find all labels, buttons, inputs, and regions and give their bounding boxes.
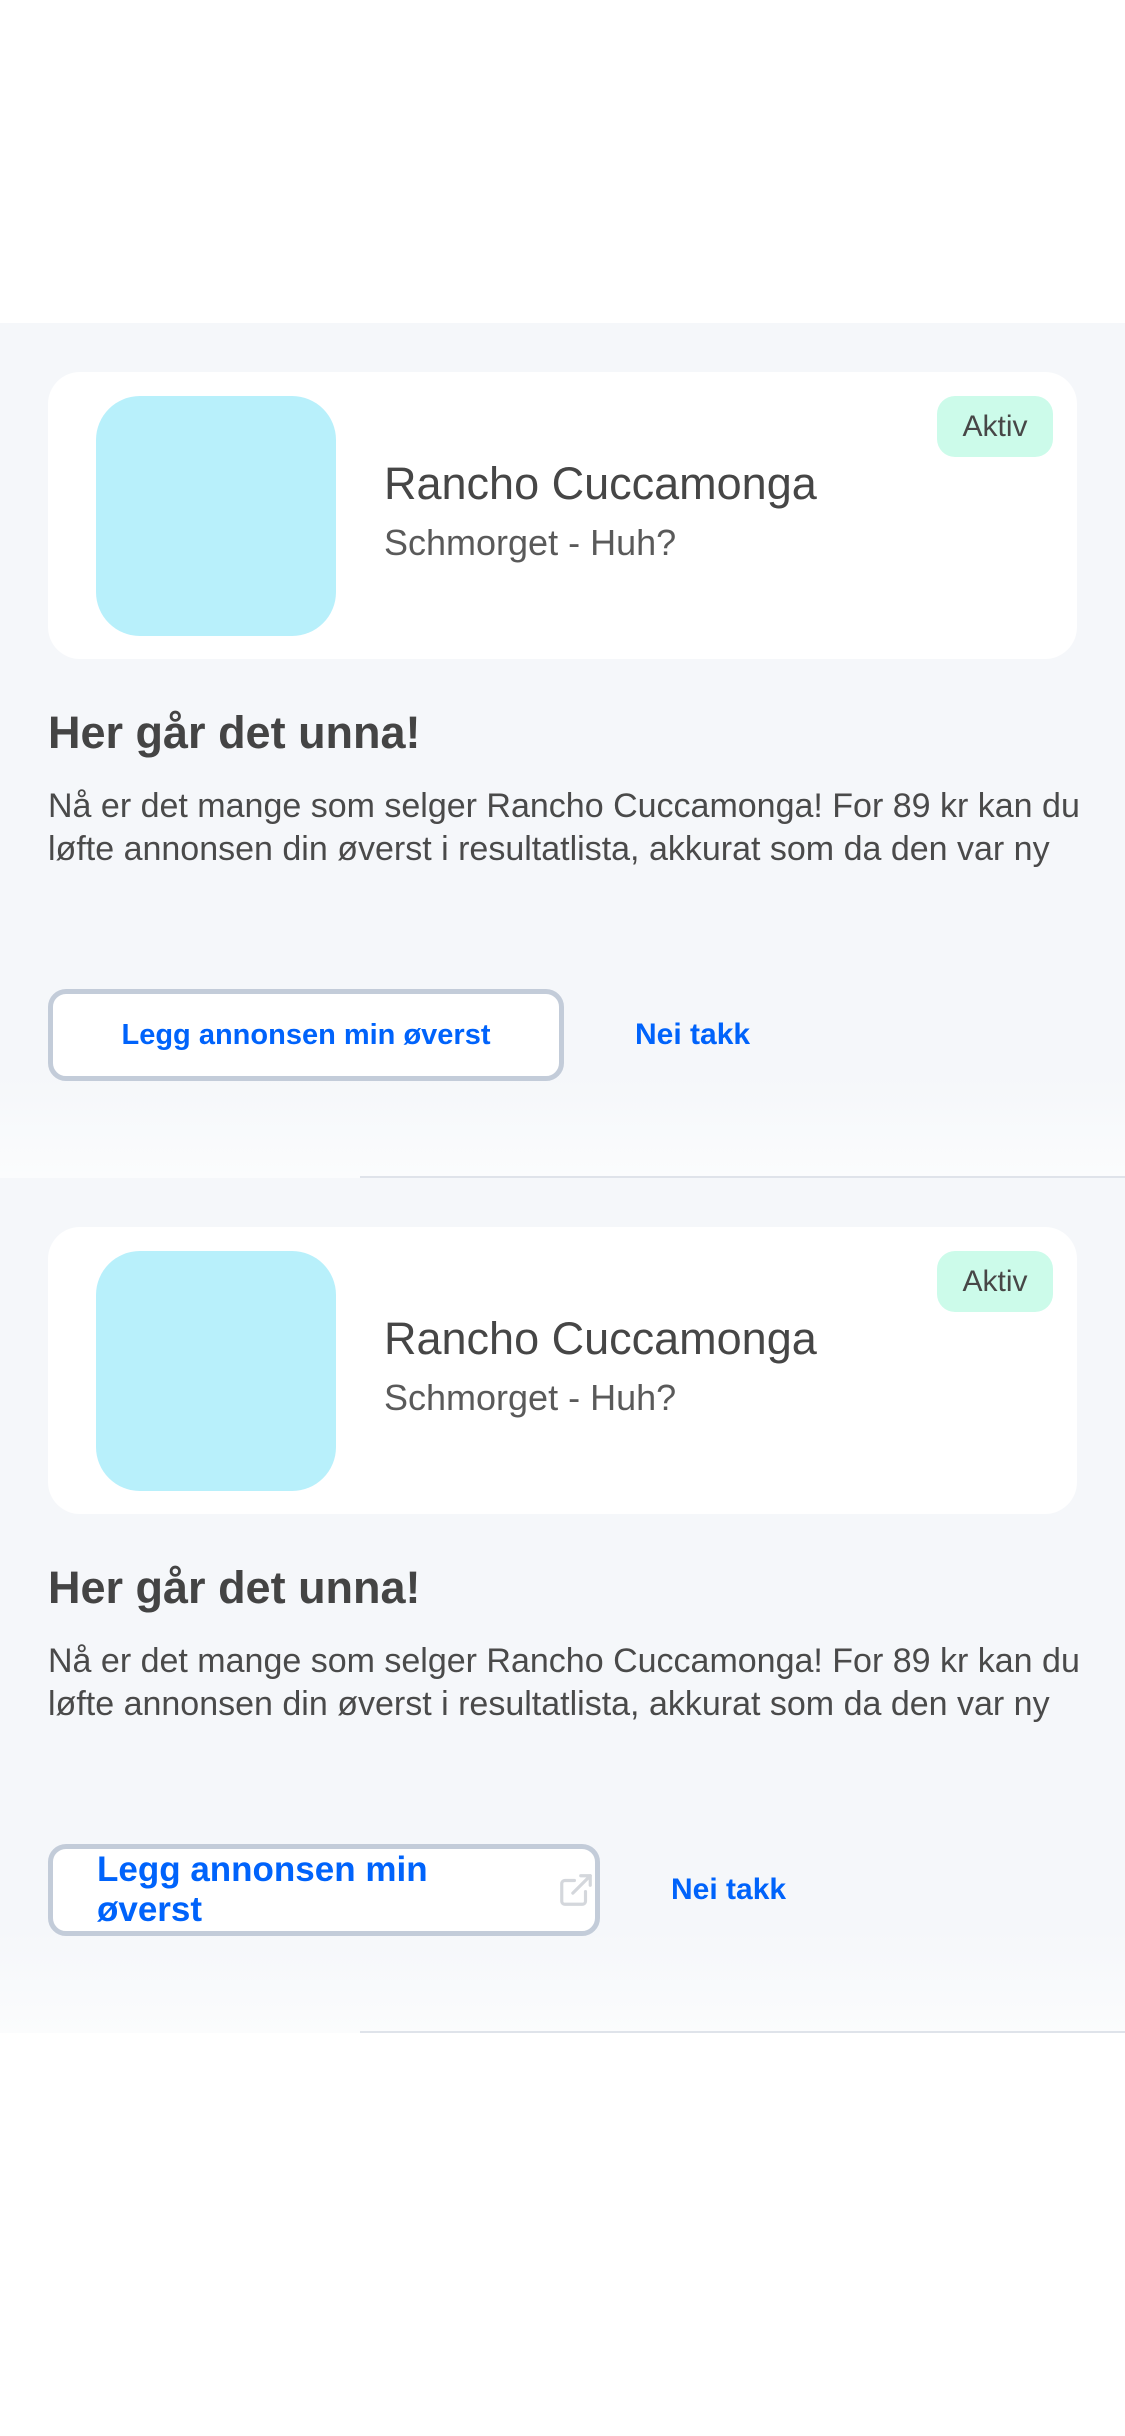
decline-button[interactable]: Nei takk <box>635 989 750 1081</box>
listing-thumbnail <box>96 396 336 636</box>
promotion-section-2: Aktiv Rancho Cuccamonga Schmorget - Huh?… <box>0 1178 1125 2033</box>
decline-button[interactable]: Nei takk <box>671 1844 786 1936</box>
promotion-section-1: Aktiv Rancho Cuccamonga Schmorget - Huh?… <box>0 323 1125 1178</box>
status-badge: Aktiv <box>937 396 1053 457</box>
promote-listing-label: Legg annonsen min øverst <box>97 1850 428 1929</box>
divider <box>360 2031 1125 2033</box>
status-badge: Aktiv <box>937 1251 1053 1312</box>
promotion-description: Nå er det mange som selger Rancho Cuccam… <box>48 787 1080 868</box>
promotion-heading: Her går det unna! <box>48 1562 421 1613</box>
listing-title: Rancho Cuccamonga <box>384 1313 817 1364</box>
promotion-heading: Her går det unna! <box>48 707 421 758</box>
promote-listing-label: Legg annonsen min øverst <box>121 1018 491 1051</box>
listing-subtitle: Schmorget - Huh? <box>384 1377 677 1418</box>
listing-thumbnail <box>96 1251 336 1491</box>
listing-subtitle: Schmorget - Huh? <box>384 522 677 563</box>
promote-listing-button[interactable]: Legg annonsen min øverst <box>48 989 564 1081</box>
listing-card[interactable]: Aktiv Rancho Cuccamonga Schmorget - Huh? <box>48 1227 1077 1514</box>
page: Aktiv Rancho Cuccamonga Schmorget - Huh?… <box>0 0 1125 2436</box>
listing-title: Rancho Cuccamonga <box>384 458 817 509</box>
promotion-description: Nå er det mange som selger Rancho Cuccam… <box>48 1642 1080 1723</box>
external-link-icon <box>557 1871 595 1909</box>
promote-listing-button[interactable]: Legg annonsen min øverst <box>48 1844 600 1936</box>
listing-card[interactable]: Aktiv Rancho Cuccamonga Schmorget - Huh? <box>48 372 1077 659</box>
